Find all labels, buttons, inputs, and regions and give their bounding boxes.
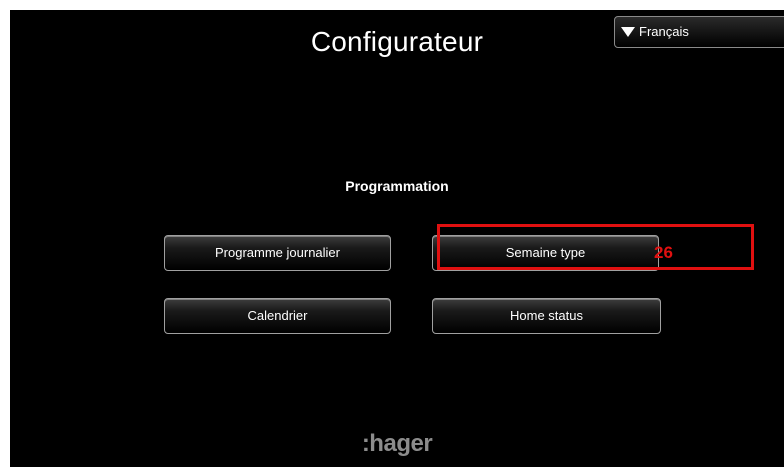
programme-journalier-button[interactable]: Programme journalier (164, 235, 391, 271)
home-status-button[interactable]: Home status (432, 298, 661, 334)
language-select-value: Français (639, 24, 689, 39)
annotation-label: 26 (654, 243, 673, 262)
language-select[interactable]: Français (614, 16, 784, 48)
hager-logo: :hager (361, 430, 433, 457)
section-title: Programmation (345, 178, 449, 194)
calendrier-button[interactable]: Calendrier (164, 298, 391, 334)
annotation-highlight-box (437, 224, 754, 270)
triangle-down-icon (621, 27, 635, 37)
